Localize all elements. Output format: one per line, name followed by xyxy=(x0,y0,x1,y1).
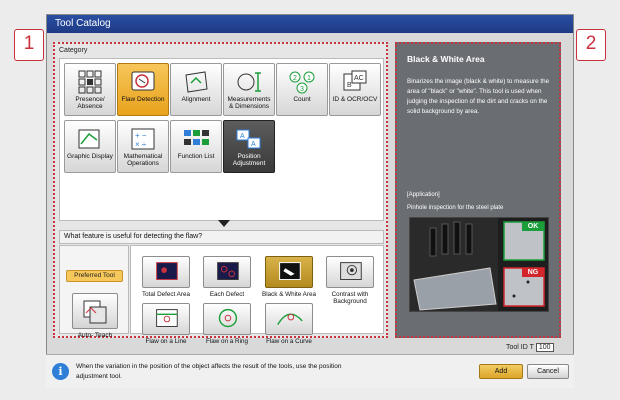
callout-1: 1 xyxy=(14,29,44,61)
add-button[interactable]: Add xyxy=(479,364,523,379)
category-flaw-detection[interactable]: Flaw Detection xyxy=(117,63,169,116)
tool-label: Flaw on a Line xyxy=(145,338,187,345)
steel-plate-inspection-illustration xyxy=(410,218,545,311)
application-image: OK NG xyxy=(409,217,549,312)
measurement-icon xyxy=(237,72,261,92)
tool-label: Flaw on a Ring xyxy=(206,338,248,345)
category-math-operations[interactable]: + − × ÷ Mathematical Operations xyxy=(117,120,169,173)
flaw-on-line-icon xyxy=(142,303,190,335)
application-label: [Application] xyxy=(407,192,440,198)
preferred-tool-area: Preferred Tool Auto- Teach xyxy=(59,245,129,339)
tool-each-defect[interactable]: Each Defect xyxy=(195,256,259,298)
svg-text:1: 1 xyxy=(307,75,311,82)
detail-description: Binarizes the image (black & white) to m… xyxy=(407,78,550,115)
window-title: Tool Catalog xyxy=(47,15,573,33)
category-label-text: ID & OCR/OCV xyxy=(332,96,378,103)
svg-text:× ÷: × ÷ xyxy=(135,140,147,149)
auto-teach-icon xyxy=(83,300,107,324)
category-grid: Presence/ Absence Flaw Detection Alignme… xyxy=(59,58,384,221)
ng-badge: NG xyxy=(522,268,544,277)
info-icon: i xyxy=(52,363,69,380)
svg-text:B: B xyxy=(347,82,352,89)
category-label-text: Flaw Detection xyxy=(121,96,165,103)
tool-flaw-on-ring[interactable]: Flaw on a Ring xyxy=(195,303,259,345)
tool-detail-panel: Black & White Area Binarizes the image (… xyxy=(395,42,561,338)
flaw-on-curve-icon xyxy=(265,303,313,335)
contrast-background-icon xyxy=(326,256,374,288)
application-text: Pinhole inspection for the steel plate xyxy=(407,205,504,211)
grid-squares-icon xyxy=(78,70,102,94)
function-list-icon xyxy=(184,130,209,145)
cancel-button[interactable]: Cancel xyxy=(527,364,569,379)
tool-id-value: 100 xyxy=(535,343,554,352)
category-count[interactable]: 2 1 3 Count xyxy=(276,63,328,116)
flaw-detection-icon xyxy=(131,71,155,91)
tool-label: Black & White Area xyxy=(262,291,316,298)
svg-text:+ −: + − xyxy=(135,131,147,140)
preferred-tool-badge: Preferred Tool xyxy=(66,270,123,282)
category-label: Category xyxy=(59,47,88,54)
category-measurements[interactable]: Measurements & Dimensions xyxy=(223,63,275,116)
auto-teach-label: Auto- Teach xyxy=(77,332,113,339)
category-label-text: Measurements & Dimensions xyxy=(227,96,271,110)
category-label-text: Presence/ Absence xyxy=(75,96,105,110)
detail-title: Black & White Area xyxy=(407,54,485,64)
category-label-text: Count xyxy=(293,96,311,103)
category-label-text: Graphic Display xyxy=(67,153,113,160)
black-white-area-icon xyxy=(265,256,313,288)
category-alignment[interactable]: Alignment xyxy=(170,63,222,116)
info-text: When the variation in the position of th… xyxy=(76,363,342,380)
svg-text:3: 3 xyxy=(300,86,304,93)
category-label-text: Function List xyxy=(177,153,215,160)
auto-teach-button[interactable] xyxy=(72,293,118,329)
question-text: What feature is useful for detecting the… xyxy=(59,230,384,244)
tool-id-label: Tool ID T xyxy=(506,344,534,351)
flaw-on-ring-icon xyxy=(203,303,251,335)
category-label-text: Position Adjustment xyxy=(232,153,266,167)
bottom-bar: i When the variation in the position of … xyxy=(46,354,574,388)
callout-2: 2 xyxy=(576,29,606,61)
svg-text:A: A xyxy=(251,141,256,148)
category-graphic-display[interactable]: Graphic Display xyxy=(64,120,116,173)
position-adjustment-icon: A A xyxy=(236,129,261,149)
arrow-down-icon xyxy=(218,220,230,227)
ok-badge: OK xyxy=(522,222,544,231)
count-icon: 2 1 3 xyxy=(289,71,315,94)
tool-id: Tool ID T 100 xyxy=(506,343,554,352)
total-defect-area-icon xyxy=(142,256,190,288)
tool-label: Flaw on a Curve xyxy=(266,338,312,345)
category-position-adjustment[interactable]: A A Position Adjustment xyxy=(223,120,275,173)
tool-label: Each Defect xyxy=(209,291,245,298)
tool-contrast-background[interactable]: Contrast with Background xyxy=(318,256,382,305)
svg-text:AC: AC xyxy=(354,75,364,82)
category-id-ocr[interactable]: AC B ID & OCR/OCV xyxy=(329,63,381,116)
category-label-text: Mathematical Operations xyxy=(123,153,163,167)
tool-total-defect-area[interactable]: Total Defect Area xyxy=(134,256,198,298)
each-defect-icon xyxy=(203,256,251,288)
tool-label: Contrast with Background xyxy=(331,291,369,305)
svg-text:2: 2 xyxy=(293,75,297,82)
category-function-list[interactable]: Function List xyxy=(170,120,222,173)
graphic-display-icon xyxy=(78,129,100,149)
category-label-text: Alignment xyxy=(181,96,211,103)
tool-black-white-area[interactable]: Black & White Area xyxy=(257,256,321,298)
category-panel: Category Presence/ Absence Flaw Detectio… xyxy=(53,42,388,345)
category-presence-absence[interactable]: Presence/ Absence xyxy=(64,63,116,116)
tool-flaw-on-line[interactable]: Flaw on a Line xyxy=(134,303,198,345)
ocr-icon: AC B xyxy=(343,70,367,91)
tools-area: Total Defect Area Each Defect Black & Wh… xyxy=(130,245,384,345)
tool-label: Total Defect Area xyxy=(142,291,190,298)
tool-flaw-on-curve[interactable]: Flaw on a Curve xyxy=(257,303,321,345)
math-operations-icon: + − × ÷ xyxy=(131,128,155,150)
svg-text:A: A xyxy=(240,133,245,140)
alignment-icon xyxy=(185,71,208,93)
